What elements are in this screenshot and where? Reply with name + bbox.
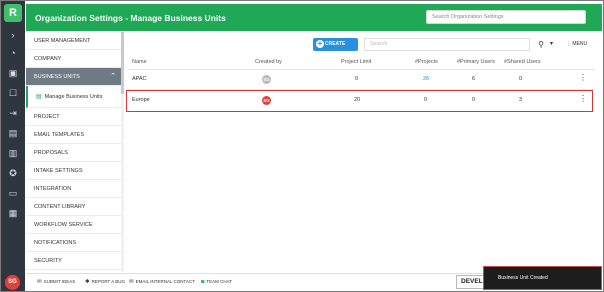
menu-label: MENU xyxy=(572,41,588,47)
sidebar-subitem-label: Manage Business Units xyxy=(44,94,103,100)
settings-sidebar: User Management Company Business Units ⌃… xyxy=(26,32,122,272)
settings-search-input[interactable]: Search Organization Settings xyxy=(426,10,586,24)
column-header-created-by[interactable]: Created by xyxy=(255,59,282,65)
column-header-projects[interactable]: #Projects xyxy=(415,59,438,65)
menu-button[interactable]: ⋮ MENU xyxy=(566,38,596,51)
sidebar-item-proposals[interactable]: Proposals xyxy=(26,144,121,162)
chevron-up-icon: ⌃ xyxy=(110,73,116,80)
app-window: R › ◔ ▣ ☐ ⇥ ▤ ▥ ✪ ▭ ▦ SG Organization Se… xyxy=(0,0,604,292)
plus-icon: + xyxy=(316,39,324,48)
sidebar-item-integration[interactable]: Integration xyxy=(26,180,121,198)
sidebar-item-intake-settings[interactable]: Intake Settings xyxy=(26,162,121,180)
ideas-icon: ✉ xyxy=(37,279,42,285)
link-label: TEAM CHAT xyxy=(206,279,232,284)
page-header: Organization Settings - Manage Business … xyxy=(26,4,602,31)
column-header-primary-users[interactable]: #Primary Users xyxy=(457,59,495,65)
row-highlight-box xyxy=(126,90,593,112)
sidebar-item-notifications[interactable]: Notifications xyxy=(26,234,121,252)
column-header-project-limit[interactable]: Project Limit xyxy=(341,59,371,65)
sidebar-item-project[interactable]: Project xyxy=(26,108,121,126)
link-label: EMAIL INTERNAL CONTACT xyxy=(135,279,195,284)
chevron-down-icon[interactable]: ▾ xyxy=(550,38,558,51)
sidebar-item-user-management[interactable]: User Management xyxy=(26,32,121,50)
expand-chevron-icon[interactable]: › xyxy=(7,29,19,41)
search-icon[interactable]: ⚲ xyxy=(534,38,548,51)
submit-ideas-link[interactable]: ✉ SUBMIT IDEAS xyxy=(37,279,75,285)
cell-projects-link[interactable]: 26 xyxy=(423,76,429,82)
app-logo[interactable]: R xyxy=(4,4,22,22)
sidebar-item-company[interactable]: Company xyxy=(26,50,121,68)
link-label: REPORT A BUG xyxy=(91,279,125,284)
link-label: SUBMIT IDEAS xyxy=(43,279,76,284)
email-contact-link[interactable]: ✉ EMAIL INTERNAL CONTACT xyxy=(129,279,195,285)
document-icon: ▤ xyxy=(36,94,42,100)
reports-icon[interactable]: ▣ xyxy=(7,67,19,79)
cell-shared-users: 0 xyxy=(519,76,523,82)
folder-icon[interactable]: ▭ xyxy=(7,187,19,199)
tasks-icon[interactable]: ☐ xyxy=(7,87,19,99)
cell-project-limit: 0 xyxy=(355,76,359,82)
bug-icon: ✱ xyxy=(85,279,90,285)
create-new-button[interactable]: + CREATE NEW xyxy=(313,38,358,60)
user-avatar[interactable]: SG xyxy=(5,275,20,290)
toast-message: Business Unit Created xyxy=(498,275,548,281)
email-icon: ✉ xyxy=(129,279,134,285)
archive-icon[interactable]: ▦ xyxy=(7,207,19,219)
column-header-shared-users[interactable]: #Shared Users xyxy=(504,59,541,65)
cell-primary-users: 6 xyxy=(472,76,476,82)
sidebar-item-security[interactable]: Security xyxy=(26,252,121,270)
avatar: SG xyxy=(262,75,271,84)
column-header-name[interactable]: Name xyxy=(132,59,147,65)
app-rail: R › ◔ ▣ ☐ ⇥ ▤ ▥ ✪ ▭ ▦ SG xyxy=(1,1,25,291)
document-icon[interactable]: ▤ xyxy=(7,127,19,139)
page-title: Organization Settings - Manage Business … xyxy=(35,13,226,23)
create-new-label: CREATE NEW xyxy=(325,41,346,60)
sidebar-item-workflow-service[interactable]: Workflow Service xyxy=(26,216,121,234)
team-chat-link[interactable]: ◙ TEAM CHAT xyxy=(201,279,232,285)
sidebar-item-email-templates[interactable]: Email Templates xyxy=(26,126,121,144)
report-bug-link[interactable]: ✱ REPORT A BUG xyxy=(85,279,125,285)
divider xyxy=(128,69,595,70)
import-icon[interactable]: ⇥ xyxy=(7,107,19,119)
sidebar-item-label: Business Units xyxy=(34,74,80,80)
sidebar-item-business-units[interactable]: Business Units ⌃ xyxy=(26,68,121,86)
chat-icon: ◙ xyxy=(201,279,205,285)
library-icon[interactable]: ▥ xyxy=(7,147,19,159)
dashboard-icon[interactable]: ◔ xyxy=(7,47,19,59)
cell-name: APAC xyxy=(132,76,147,82)
toast-notification: Business Unit Created xyxy=(483,266,602,290)
sidebar-scrollbar-thumb[interactable] xyxy=(121,32,124,94)
table-search-input[interactable]: Search xyxy=(364,38,530,51)
sidebar-subitem-manage-business-units[interactable]: ▤ Manage Business Units xyxy=(26,86,121,108)
row-actions-icon[interactable]: ⋮ xyxy=(579,73,587,82)
sidebar-item-content-library[interactable]: Content Library xyxy=(26,198,121,216)
lightbulb-icon[interactable]: ✪ xyxy=(7,167,19,179)
